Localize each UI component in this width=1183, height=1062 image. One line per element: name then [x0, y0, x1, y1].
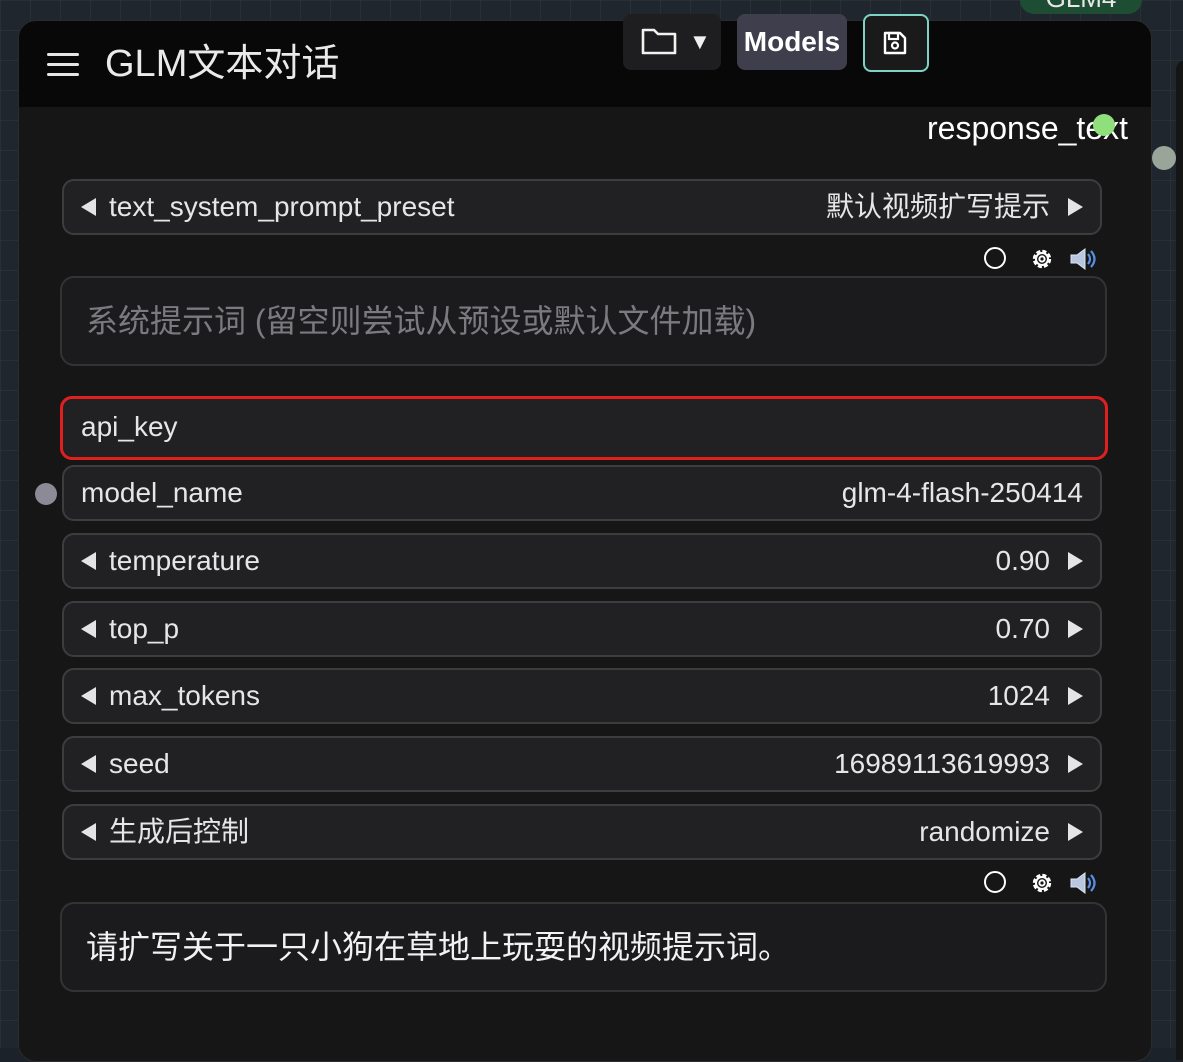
- widget-label: temperature: [109, 545, 260, 576]
- output-slot-dot[interactable]: [1093, 114, 1115, 136]
- widget-label: text_system_prompt_preset: [109, 191, 455, 222]
- widget-value: 16989113619993: [834, 748, 1050, 779]
- circle-icon[interactable]: [984, 247, 1006, 269]
- gear-icon[interactable]: [1028, 869, 1056, 897]
- arrow-right-icon[interactable]: [1068, 620, 1083, 638]
- widget-label: max_tokens: [109, 680, 260, 711]
- menu-icon[interactable]: [47, 53, 79, 77]
- save-button[interactable]: [863, 14, 929, 72]
- widget-label: 生成后控制: [109, 816, 250, 847]
- arrow-left-icon[interactable]: [81, 687, 96, 705]
- widget-value: 默认视频扩写提示: [825, 191, 1050, 222]
- model-name-field[interactable]: model_name glm-4-flash-250414: [62, 465, 1102, 521]
- control-after-generate-combo[interactable]: 生成后控制 randomize: [62, 804, 1102, 860]
- adjacent-node-input-dot[interactable]: [1152, 146, 1176, 170]
- gear-icon[interactable]: [1028, 245, 1056, 273]
- speaker-icon[interactable]: [1068, 869, 1098, 897]
- widget-label: model_name: [81, 477, 243, 508]
- folder-dropdown-button[interactable]: ▼: [623, 14, 721, 70]
- widget-value: randomize: [919, 816, 1050, 847]
- arrow-right-icon[interactable]: [1068, 552, 1083, 570]
- save-icon: [883, 31, 907, 55]
- chevron-down-icon: ▼: [689, 29, 711, 54]
- arrow-left-icon[interactable]: [81, 198, 96, 216]
- node-title: GLM文本对话: [105, 43, 340, 85]
- widget-value: 0.90: [995, 545, 1051, 576]
- widget-value: 0.70: [995, 613, 1051, 644]
- models-button[interactable]: Models: [737, 14, 847, 70]
- circle-icon[interactable]: [984, 871, 1006, 893]
- system-prompt-toolbar: [980, 244, 1100, 274]
- temperature-number-widget[interactable]: temperature 0.90: [62, 533, 1102, 589]
- arrow-left-icon[interactable]: [81, 552, 96, 570]
- widget-value: 1024: [987, 680, 1050, 711]
- peek-node-label: GLM4: [1046, 0, 1117, 13]
- user-prompt-textarea[interactable]: 请扩写关于一只小狗在草地上玩耍的视频提示词。: [60, 902, 1107, 992]
- widget-label: seed: [109, 748, 170, 779]
- adjacent-node[interactable]: [1176, 60, 1183, 1060]
- widget-value: glm-4-flash-250414: [841, 477, 1083, 508]
- node-header[interactable]: GLM文本对话: [19, 21, 1151, 107]
- peek-node[interactable]: GLM4: [1020, 0, 1142, 14]
- user-prompt-toolbar: [980, 868, 1100, 898]
- api-key-field[interactable]: api_key: [60, 396, 1108, 460]
- arrow-left-icon[interactable]: [81, 755, 96, 773]
- arrow-right-icon[interactable]: [1068, 755, 1083, 773]
- widget-label: top_p: [109, 613, 180, 644]
- max-tokens-number-widget[interactable]: max_tokens 1024: [62, 668, 1102, 724]
- system-prompt-textarea[interactable]: 系统提示词 (留空则尝试从预设或默认文件加载): [60, 276, 1107, 366]
- system-prompt-placeholder: 系统提示词 (留空则尝试从预设或默认文件加载): [86, 303, 757, 339]
- arrow-left-icon[interactable]: [81, 620, 96, 638]
- seed-number-widget[interactable]: seed 16989113619993: [62, 736, 1102, 792]
- arrow-right-icon[interactable]: [1068, 687, 1083, 705]
- speaker-icon[interactable]: [1068, 245, 1098, 273]
- widget-label: api_key: [81, 411, 178, 442]
- arrow-right-icon[interactable]: [1068, 823, 1083, 841]
- arrow-left-icon[interactable]: [81, 823, 96, 841]
- folder-icon: [641, 28, 677, 55]
- arrow-right-icon[interactable]: [1068, 198, 1083, 216]
- user-prompt-text: 请扩写关于一只小狗在草地上玩耍的视频提示词。: [86, 929, 791, 965]
- top-p-number-widget[interactable]: top_p 0.70: [62, 601, 1102, 657]
- preset-combo-widget[interactable]: text_system_prompt_preset 默认视频扩写提示: [62, 179, 1102, 235]
- model-name-input-dot[interactable]: [35, 483, 57, 505]
